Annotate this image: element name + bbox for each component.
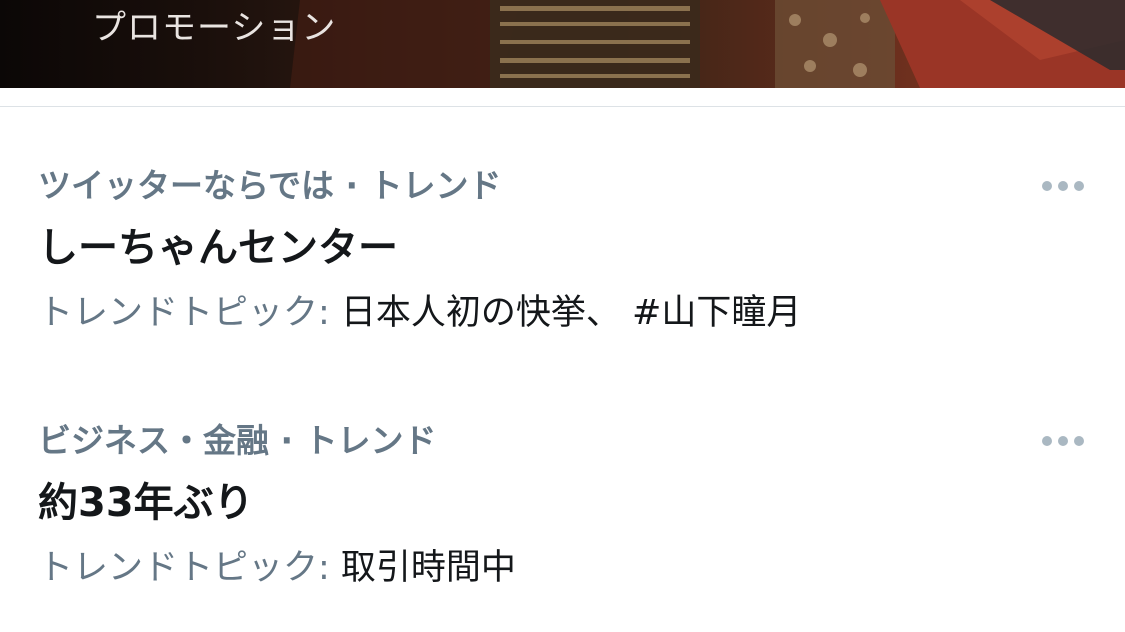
- dot: [1042, 181, 1052, 191]
- dot: [1058, 181, 1068, 191]
- dot: [1058, 436, 1068, 446]
- trend-topic-text: 取引時間中: [329, 548, 516, 588]
- promotion-banner[interactable]: プロモーション: [0, 0, 1125, 88]
- dot: [1042, 436, 1052, 446]
- trend-topic: トレンドトピック: 日本人初の快挙、 #山下瞳月: [38, 292, 801, 334]
- dot: [1074, 181, 1084, 191]
- trend-item[interactable]: ツイッターならでは · トレンド しーちゃんセンター トレンドトピック: 日本人…: [0, 166, 1125, 366]
- trend-item[interactable]: ビジネス・金融 · トレンド 約33年ぶり トレンドトピック: 取引時間中: [0, 421, 1125, 621]
- trend-topic-label: トレンドトピック:: [38, 548, 330, 588]
- trend-category: ビジネス・金融 · トレンド: [38, 421, 437, 460]
- trend-title: 約33年ぶり: [38, 480, 254, 526]
- dot: [1074, 436, 1084, 446]
- divider: [0, 106, 1125, 107]
- trend-category: ツイッターならでは · トレンド: [38, 166, 502, 205]
- trend-topic-label: トレンドトピック:: [38, 293, 330, 333]
- more-horizontal-icon[interactable]: [1038, 166, 1088, 206]
- trends-screen: プロモーション ツイッターならでは · トレンド しーちゃんセンター トレンドト…: [0, 0, 1125, 632]
- promotion-label: プロモーション: [92, 8, 337, 48]
- trend-title: しーちゃんセンター: [38, 225, 398, 271]
- trend-topic: トレンドトピック: 取引時間中: [38, 547, 516, 589]
- trend-topic-text: 日本人初の快挙、 #山下瞳月: [329, 293, 802, 333]
- more-horizontal-icon[interactable]: [1038, 421, 1088, 461]
